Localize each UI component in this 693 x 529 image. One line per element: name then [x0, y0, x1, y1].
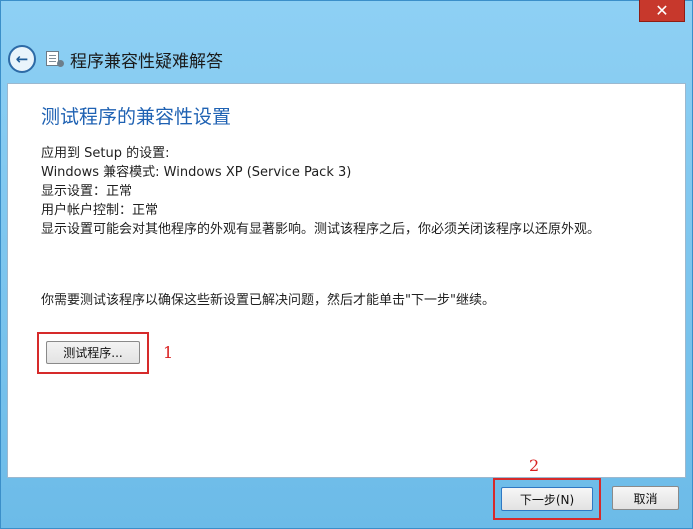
cancel-button[interactable]: 取消	[612, 486, 679, 510]
test-program-button[interactable]: 测试程序...	[46, 341, 140, 364]
instruction-text: 你需要测试该程序以确保这些新设置已解决问题，然后才能单击"下一步"继续。	[41, 293, 495, 308]
close-button[interactable]: ✕	[639, 0, 685, 22]
display-warning-line: 显示设置可能会对其他程序的外观有显著影响。测试该程序之后，你必须关闭该程序以还原…	[41, 222, 601, 237]
close-icon: ✕	[655, 0, 669, 20]
uac-line: 用户帐户控制：正常	[41, 203, 159, 218]
settings-summary: 应用到 Setup 的设置: Windows 兼容模式: Windows XP …	[41, 144, 666, 239]
back-button[interactable]: ←	[8, 45, 36, 73]
page-heading: 测试程序的兼容性设置	[41, 106, 232, 128]
content-panel: 测试程序的兼容性设置 应用到 Setup 的设置: Windows 兼容模式: …	[7, 83, 686, 478]
test-button-highlight: 测试程序...	[37, 332, 149, 374]
display-setting-line: 显示设置：正常	[41, 184, 133, 199]
annotation-2: 2	[529, 456, 540, 475]
back-arrow-icon: ←	[15, 50, 29, 68]
compat-mode-line: Windows 兼容模式: Windows XP (Service Pack 3…	[41, 165, 352, 180]
next-button-highlight: 下一步(N)	[493, 478, 601, 520]
annotation-1: 1	[163, 343, 174, 362]
window-title: 程序兼容性疑难解答	[70, 51, 223, 72]
compat-troubleshooter-icon	[46, 51, 64, 67]
applied-to-line: 应用到 Setup 的设置:	[41, 146, 170, 161]
next-button[interactable]: 下一步(N)	[501, 487, 593, 511]
window-header: ← 程序兼容性疑难解答	[0, 36, 693, 82]
